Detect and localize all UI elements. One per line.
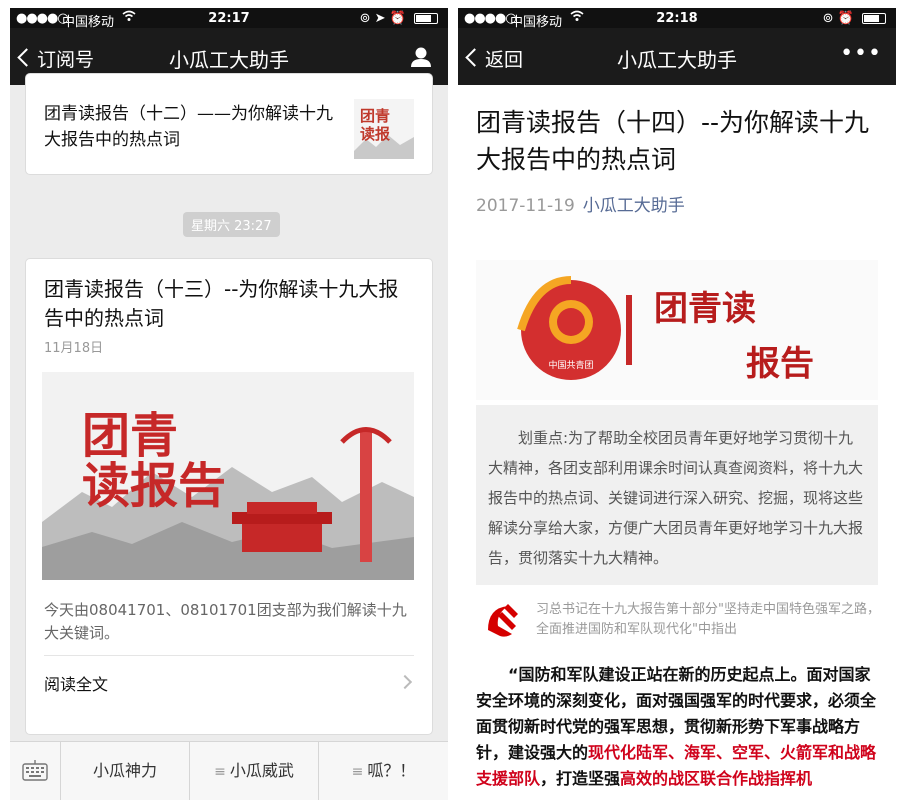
submenu-icon: ≡ (351, 764, 364, 780)
menu-item-2-label: 小瓜威武 (229, 761, 294, 780)
banner-text-1: 团青读 (654, 289, 756, 329)
article-author-link[interactable]: 小瓜工大助手 (583, 196, 685, 216)
cover-text-1: 团青 (82, 408, 178, 464)
status-bar: ●●●●○ 中国移动 22:18 ⊚ ⏰ (458, 8, 896, 30)
more-options-icon[interactable]: ••• (840, 41, 882, 66)
status-icons: ⊚ ➤ ⏰ (360, 11, 438, 26)
youth-league-badge-icon: 中国共青团 (517, 276, 621, 380)
menu-item-1[interactable]: 小瓜神力 (61, 742, 190, 800)
status-bar: ●●●●○ 中国移动 22:17 ⊚ ➤ ⏰ (10, 8, 448, 30)
highlight-text: 划重点:为了帮助全校团员青年更好地学习贯彻十九大精神，各团支部利用课余时间认真查… (488, 429, 864, 567)
nav-bar: 返回 小瓜工大助手 ••• (458, 28, 896, 85)
article-date: 2017-11-19 (476, 196, 575, 216)
page-title: 小瓜工大助手 (617, 48, 737, 72)
left-screen: ●●●●○ 中国移动 22:17 ⊚ ➤ ⏰ 订阅号 小瓜工大助手 团青读报告（… (10, 8, 448, 800)
location-icon: ➤ (374, 11, 386, 26)
article-title: 团青读报告（十四）--为你解读十九大报告中的热点词 (476, 108, 870, 174)
bottom-menu-bar: 小瓜神力 ≡ 小瓜威武 ≡ 呱？！ (10, 741, 448, 800)
divider (44, 655, 414, 656)
message-timestamp: 星期六 23:27 (183, 212, 280, 237)
keyboard-icon (22, 760, 48, 781)
lock-rotation-icon: ⊚ (822, 11, 834, 26)
article-summary: 今天由08041701、08101701团支部为我们解读十九大关键词。 (44, 601, 407, 642)
menu-item-3[interactable]: ≡ 呱？！ (319, 742, 448, 800)
keyboard-toggle-button[interactable] (10, 742, 61, 800)
previous-article-title: 团青读报告（十二）——为你解读十九大报告中的热点词 (44, 104, 333, 150)
article-banner-image: 中国共青团 团青读 报告 (476, 260, 878, 400)
svg-text:团青: 团青 (360, 107, 390, 125)
article-date: 11月18日 (44, 341, 104, 356)
article-meta: 2017-11-19 小瓜工大助手 (476, 191, 685, 216)
highlight-box: 划重点:为了帮助全校团员青年更好地学习贯彻十九大精神，各团支部利用课余时间认真查… (476, 405, 878, 585)
banner-text-2: 报告 (746, 344, 814, 384)
article-body-paragraph: “国防和军队建设正站在新的历史起点上。面对国家安全环境的深刻变化，面对强国强军的… (476, 662, 878, 792)
menu-item-3-label: 呱？！ (367, 761, 416, 780)
badge-text: 中国共青团 (548, 359, 593, 371)
party-emblem-icon (479, 597, 525, 643)
lock-rotation-icon: ⊚ (359, 11, 371, 26)
chevron-right-icon (397, 674, 413, 690)
read-full-article-link[interactable]: 阅读全文 (44, 671, 108, 695)
previous-article-thumbnail: 团青 读报 (354, 99, 414, 159)
previous-article-card[interactable]: 团青读报告（十二）——为你解读十九大报告中的热点词 团青 读报 (25, 73, 433, 175)
cover-text-2: 读报告 (82, 458, 226, 514)
alarm-icon: ⏰ (837, 11, 854, 26)
article-card[interactable]: 团青读报告（十三）--为你解读十九大报告中的热点词 11月18日 团青 读报告 … (25, 258, 433, 735)
article-title: 团青读报告（十三）--为你解读十九大报告中的热点词 (44, 277, 399, 330)
menu-item-2[interactable]: ≡ 小瓜威武 (190, 742, 319, 800)
svg-text:读报: 读报 (360, 125, 390, 143)
status-icons: ⊚ ⏰ (823, 11, 886, 26)
image-caption: 习总书记在十九大报告第十部分"坚持走中国特色强军之路，全面推进国防和军队现代化"… (536, 602, 880, 637)
body-text-b: ，打造坚强 (540, 769, 621, 788)
battery-icon (862, 13, 886, 24)
submenu-icon: ≡ (214, 764, 226, 780)
body-highlight-2: 高效的战区联合作战指挥机 (620, 769, 813, 788)
page-title: 小瓜工大助手 (169, 48, 289, 72)
battery-icon (414, 13, 438, 24)
right-screen: ●●●●○ 中国移动 22:18 ⊚ ⏰ 返回 小瓜工大助手 ••• 团青读报告… (458, 8, 896, 800)
alarm-icon: ⏰ (389, 11, 406, 26)
article-cover-image: 团青 读报告 (42, 372, 414, 580)
menu-item-1-label: 小瓜神力 (92, 761, 157, 780)
profile-icon[interactable] (410, 46, 432, 68)
